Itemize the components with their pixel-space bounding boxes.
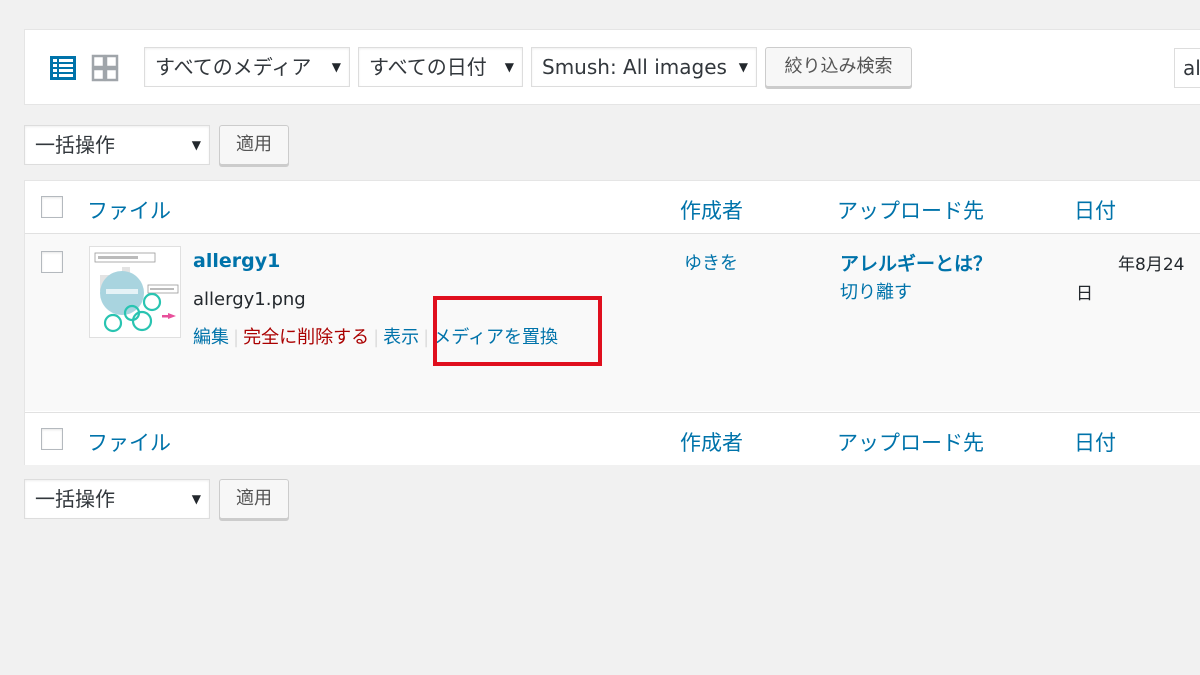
author-link[interactable]: ゆきを [684,249,738,275]
media-title-link[interactable]: allergy1 [193,250,280,272]
column-uploaded-to[interactable]: アップロード先 [837,427,984,457]
edit-link[interactable]: 編集 [193,327,229,348]
column-uploaded-to[interactable]: アップロード先 [837,195,984,225]
bulk-action-value: 一括操作 [35,487,115,511]
chevron-down-icon: ▼ [191,138,201,152]
media-filter-bar: すべてのメディア ▼ すべての日付 ▼ Smush: All images ▼ … [24,29,1200,105]
separator: | [233,327,240,348]
table-row: allergy1 allergy1.png 編集 | 完全に削除する | 表示 | メディア… [25,234,1200,411]
row-checkbox[interactable] [41,251,63,273]
media-filename: allergy1.png [193,289,306,310]
separator: | [373,327,380,348]
list-view-icon[interactable] [49,54,77,82]
date-value: すべての日付 [369,55,487,79]
column-date[interactable]: 日付 [1074,427,1116,457]
filter-button[interactable]: 絞り込み検索 [765,47,912,87]
column-date[interactable]: 日付 [1074,195,1116,225]
highlight-box [433,296,602,366]
media-table: ファイル 作成者 アップロード先 日付 allergy1 allergy1.pn… [24,180,1200,465]
bulk-action-select-top[interactable]: 一括操作 ▼ [24,125,210,165]
column-file[interactable]: ファイル [87,427,171,457]
delete-permanently-link[interactable]: 完全に削除する [243,327,369,348]
thumbnail-image [90,247,180,337]
table-header: ファイル 作成者 アップロード先 日付 [25,181,1200,234]
date-value-line2: 日 [1076,284,1093,304]
media-type-select[interactable]: すべてのメディア ▼ [144,47,350,87]
chevron-down-icon: ▼ [504,60,514,74]
column-file[interactable]: ファイル [87,195,171,225]
select-all-checkbox[interactable] [41,196,63,218]
chevron-down-icon: ▼ [191,492,201,506]
chevron-down-icon: ▼ [331,60,341,74]
apply-button-top[interactable]: 適用 [219,125,289,165]
grid-view-icon[interactable] [91,54,119,82]
apply-button-bottom[interactable]: 適用 [219,479,289,519]
uploaded-to-link[interactable]: アレルギーとは？ [840,249,992,276]
smush-select[interactable]: Smush: All images ▼ [531,47,757,87]
view-link[interactable]: 表示 [383,327,419,348]
media-type-value: すべてのメディア [155,55,312,79]
column-author: 作成者 [680,199,743,223]
search-input[interactable]: al [1174,48,1200,88]
select-all-checkbox-bottom[interactable] [41,428,63,450]
table-footer: ファイル 作成者 アップロード先 日付 [25,412,1200,465]
date-select[interactable]: すべての日付 ▼ [358,47,523,87]
bulk-action-select-bottom[interactable]: 一括操作 ▼ [24,479,210,519]
separator: | [423,327,430,348]
bulk-action-value: 一括操作 [35,133,115,157]
chevron-down-icon: ▼ [738,60,748,74]
smush-value: Smush: All images [542,55,727,79]
column-author: 作成者 [680,431,743,455]
media-thumbnail[interactable] [89,246,181,338]
detach-link[interactable]: 切り離す [840,278,912,304]
date-value-line1: 年8月24 [1118,255,1185,275]
